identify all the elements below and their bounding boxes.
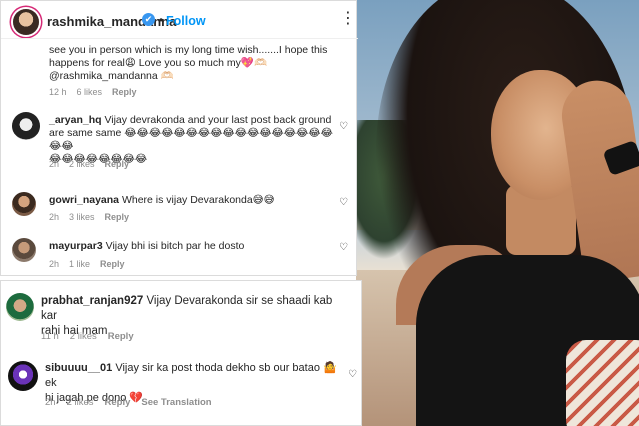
commenter-username[interactable]: sibuuuu__01 [45,362,112,374]
comment-text: gowri_nayana Where is vijay Devarakonda😅… [49,194,339,207]
comment-line: Vijay bhi isi bitch par he dosto [105,240,245,252]
comment-meta: 2h 3 likes Reply [49,212,139,222]
like-heart-icon[interactable]: ♡ [339,197,348,208]
reply-button[interactable]: Reply [100,259,125,269]
comment-likes[interactable]: 2 likes [67,397,94,408]
comments-card-bottom: prabhat_ranjan927 Vijay Devarakonda sir … [0,280,362,426]
comment-meta: 12 h 6 likes Reply [49,87,147,97]
verified-icon: ✔ [142,13,155,26]
commenter-avatar[interactable] [8,361,38,391]
comment-text: see you in person which is my long time … [49,44,349,83]
post-photo [356,0,639,426]
comment-meta: 2h 2 likes Reply [49,159,139,169]
header-separator: • [159,13,164,27]
reply-button[interactable]: Reply [105,397,131,408]
comment-time: 2h [49,212,60,222]
commenter-username[interactable]: _aryan_hq [49,114,102,126]
commenter-username[interactable]: gowri_nayana [49,194,119,206]
comment-line: see you in person which is my long time … [49,44,328,56]
comment-likes[interactable]: 3 likes [69,212,95,222]
header-username[interactable]: rashmika_mandanna [47,14,176,29]
comment-line: Where is vijay Devarakonda😅😅 [121,194,275,206]
comment-line: Vijay devrakonda and your last post back… [104,114,332,126]
comment-meta: 2h 2 likes Reply See Translation [45,397,223,408]
comment-likes[interactable]: 1 like [69,259,90,269]
commenter-avatar[interactable] [12,238,36,262]
more-options-icon[interactable]: ⋮ [340,8,356,28]
comment-time: 2h [45,397,56,408]
like-heart-icon[interactable]: ♡ [339,121,348,132]
comment-meta: 2h 1 like Reply [49,259,135,269]
comments-card-top: rashmika_mandanna ✔ • Follow ⋮ see you i… [0,0,358,276]
comment-time: 2h [49,159,60,169]
comment-time: 2h [49,259,60,269]
comment-text: mayurpar3 Vijay bhi isi bitch par he dos… [49,240,339,253]
comment-line: @rashmika_mandanna 🫶🏻 [49,70,174,82]
like-heart-icon[interactable]: ♡ [339,242,348,253]
header-divider [1,38,358,39]
comment-meta: 11 h 2 likes Reply [41,331,145,342]
commenter-avatar[interactable] [6,293,34,321]
comment-time: 11 h [41,331,59,342]
header-avatar[interactable] [13,9,39,35]
reply-button[interactable]: Reply [105,159,130,169]
reply-button[interactable]: Reply [112,87,137,97]
like-heart-icon[interactable]: ♡ [348,369,357,380]
comment-time: 12 h [49,87,67,97]
reply-button[interactable]: Reply [105,212,130,222]
commenter-username[interactable]: mayurpar3 [49,240,103,252]
comment-likes[interactable]: 2 likes [70,331,97,342]
comment-likes[interactable]: 6 likes [77,87,103,97]
comment-line: are same same 😂😂😂😂😂😂😂😂😂😂😂😂😂😂😂😂😂😂😂 [49,127,333,152]
follow-button[interactable]: Follow [166,14,206,28]
see-translation-button[interactable]: See Translation [141,397,211,408]
reply-button[interactable]: Reply [108,331,134,342]
comment-line: happens for real😩 Love you so much my💖🫶🏻 [49,57,268,69]
commenter-avatar[interactable] [12,112,40,140]
comment-likes[interactable]: 2 likes [69,159,95,169]
photo-striped-fabric [566,340,639,426]
commenter-username[interactable]: prabhat_ranjan927 [41,295,143,307]
commenter-avatar[interactable] [12,192,36,216]
